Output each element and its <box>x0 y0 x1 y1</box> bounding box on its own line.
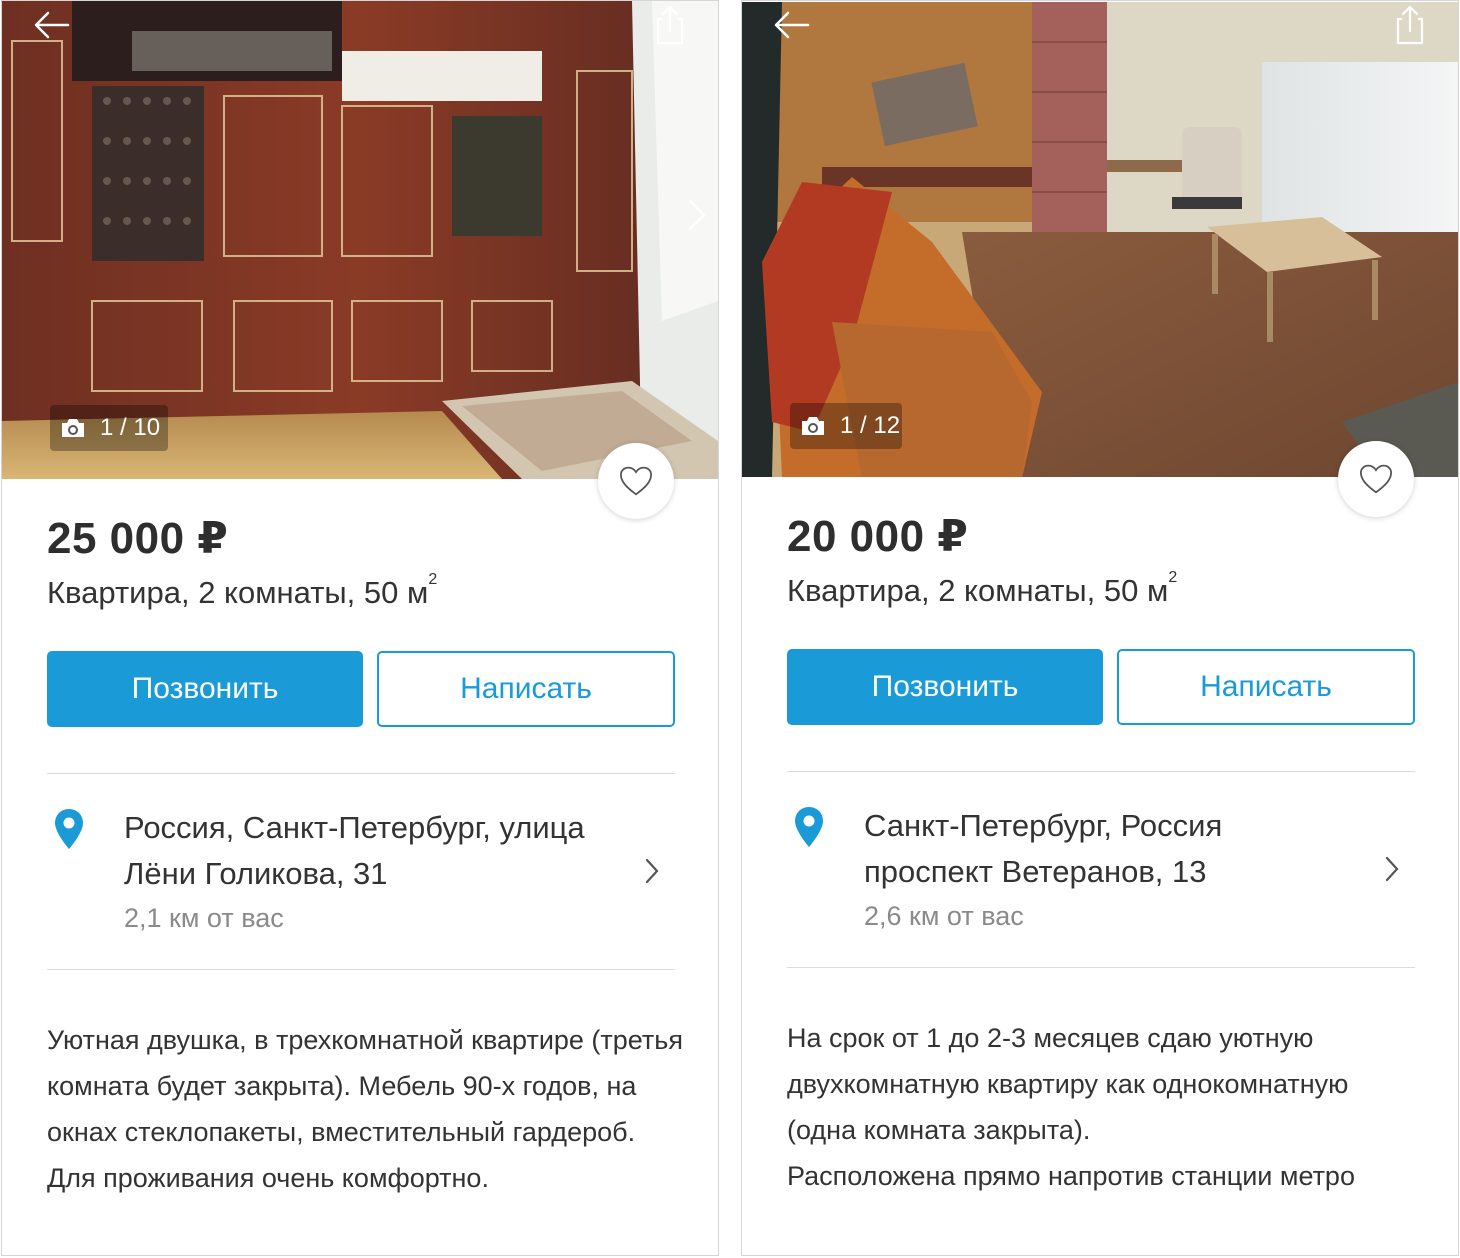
photo-counter-text: 1 / 10 <box>100 414 161 441</box>
area-unit-superscript: 2 <box>1168 569 1178 586</box>
address-line-2: Лёни Голикова, 31 <box>124 856 388 891</box>
listing-price: 25 000 ₽ <box>47 514 229 563</box>
listing-card: 1 / 12 20 000 ₽ Квартира, 2 комнаты, 50 … <box>741 0 1459 1256</box>
address-link[interactable]: Санкт-Петербург, Россия проспект Ветеран… <box>864 803 1364 895</box>
description-line: (одна комната закрыта). <box>787 1115 1091 1145</box>
heart-outline-icon <box>1359 464 1393 494</box>
divider <box>47 773 675 774</box>
photo-counter-text: 1 / 12 <box>840 412 901 439</box>
heart-outline-icon <box>619 466 653 496</box>
divider <box>787 771 1415 772</box>
distance-text: 2,1 км от вас <box>124 903 284 933</box>
address-link[interactable]: Россия, Санкт-Петербург, улица Лёни Голи… <box>124 805 624 897</box>
favorite-button[interactable] <box>598 443 674 519</box>
listing-price: 20 000 ₽ <box>787 512 969 561</box>
favorite-button[interactable] <box>1338 441 1414 517</box>
listing-card: 1 / 10 25 000 ₽ Квартира, 2 комнаты, 50 … <box>1 0 719 1256</box>
photo-counter: 1 / 12 <box>790 403 902 449</box>
area-unit-superscript: 2 <box>428 571 438 588</box>
map-pin-icon <box>795 807 823 847</box>
write-message-button[interactable]: Написать <box>1117 649 1415 725</box>
share-icon <box>1396 5 1424 45</box>
description-line: На срок от 1 до 2-3 месяцев сдаю уютную <box>787 1023 1314 1053</box>
description-line: Расположена прямо напротив станции метро <box>787 1161 1355 1191</box>
arrow-left-icon <box>34 11 70 39</box>
call-button[interactable]: Позвонить <box>787 649 1103 725</box>
listing-subtitle: Квартира, 2 комнаты, 50 м2 <box>47 571 437 611</box>
listing-photo[interactable]: 1 / 10 <box>2 1 718 479</box>
photo-counter: 1 / 10 <box>50 405 168 451</box>
share-button[interactable] <box>652 3 688 45</box>
chevron-right-icon[interactable] <box>642 855 662 887</box>
camera-icon <box>802 417 824 435</box>
listing-photo[interactable]: 1 / 12 <box>742 1 1458 477</box>
listing-subtitle-text: Квартира, 2 комнаты, 50 м <box>47 575 429 610</box>
listing-description: Уютная двушка, в трехкомнатной квартире … <box>47 1025 683 1193</box>
address-line-1: Санкт-Петербург, Россия <box>864 808 1223 843</box>
address-line-1: Россия, Санкт-Петербург, улица <box>124 810 585 845</box>
share-icon <box>656 5 684 45</box>
description-line: двухкомнатную квартиру как однокомнатную <box>787 1069 1349 1099</box>
camera-icon <box>62 419 84 437</box>
address-line-2: проспект Ветеранов, 13 <box>864 854 1207 889</box>
listing-description: На срок от 1 до 2-3 месяцев сдаю уютную … <box>787 1015 1427 1199</box>
arrow-left-icon <box>774 11 810 39</box>
listing-subtitle-text: Квартира, 2 комнаты, 50 м <box>787 573 1169 608</box>
distance-text: 2,6 км от вас <box>864 901 1024 931</box>
share-button[interactable] <box>1392 3 1428 45</box>
divider <box>787 967 1415 968</box>
listing-subtitle: Квартира, 2 комнаты, 50 м2 <box>787 569 1177 609</box>
back-button[interactable] <box>32 7 72 43</box>
divider <box>47 969 675 970</box>
back-button[interactable] <box>772 7 812 43</box>
chevron-right-icon[interactable] <box>1382 853 1402 885</box>
write-message-button[interactable]: Написать <box>377 651 675 727</box>
chevron-right-icon <box>688 199 706 231</box>
next-photo-button[interactable] <box>684 197 710 233</box>
call-button[interactable]: Позвонить <box>47 651 363 727</box>
map-pin-icon <box>55 809 83 849</box>
